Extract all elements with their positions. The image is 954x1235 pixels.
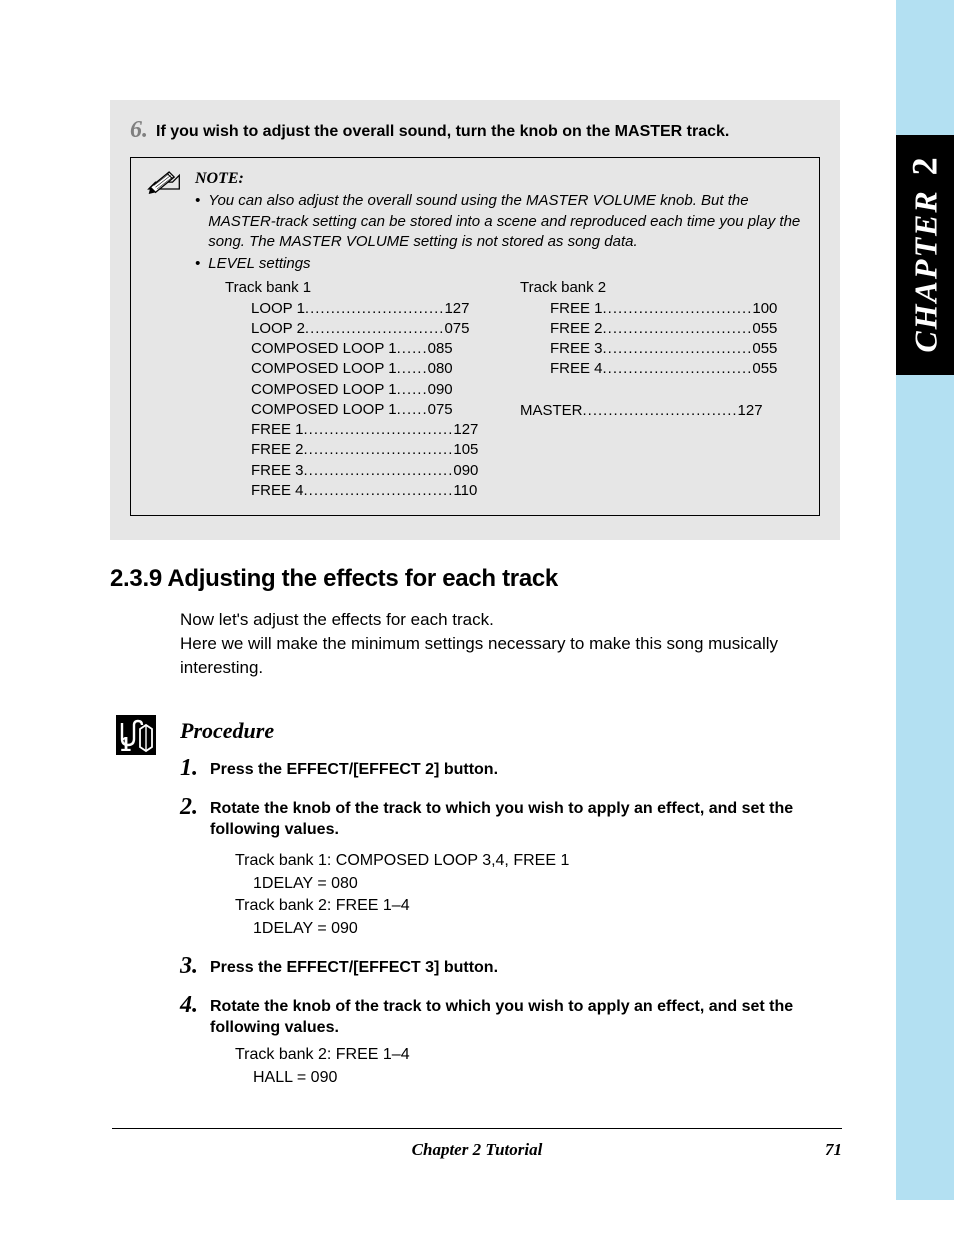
section-p1: Now let's adjust the effects for each tr… xyxy=(180,608,840,632)
step-number-2: 2. xyxy=(180,795,202,841)
step-1-text: Press the EFFECT/[EFFECT 2] button. xyxy=(210,756,840,781)
level-value: 100 xyxy=(752,299,777,319)
level-value: 127 xyxy=(444,299,469,319)
level-label: FREE 4 xyxy=(550,359,603,379)
pencil-icon xyxy=(145,168,183,501)
level-value: 090 xyxy=(453,461,478,481)
level-dots: ............................. xyxy=(603,339,753,359)
level-value: 085 xyxy=(428,339,453,359)
level-dots: ...... xyxy=(397,400,428,420)
section-body: Now let's adjust the effects for each tr… xyxy=(180,608,840,679)
bullet-dot: • xyxy=(195,254,200,274)
level-value: 055 xyxy=(752,359,777,379)
procedure-icon: 1 xyxy=(116,715,156,760)
level-dots: ............................. xyxy=(304,481,454,501)
level-label: FREE 3 xyxy=(550,339,603,359)
step-number-6: 6. xyxy=(130,118,148,142)
level-dots: ...... xyxy=(397,339,428,359)
note-title: NOTE: xyxy=(195,168,805,190)
section-heading: 2.3.9 Adjusting the effects for each tra… xyxy=(110,565,558,593)
level-dots: ............................. xyxy=(304,461,454,481)
note-bullet-2: LEVEL settings xyxy=(208,254,310,274)
note-bullet-1: You can also adjust the overall sound us… xyxy=(208,191,805,252)
bank2-header: Track bank 2 xyxy=(520,278,805,298)
level-dots: ............................. xyxy=(603,359,753,379)
step2-line1: Track bank 1: COMPOSED LOOP 3,4, FREE 1 xyxy=(235,850,840,872)
level-dots: ............................. xyxy=(603,319,753,339)
note-box: NOTE: • You can also adjust the overall … xyxy=(130,157,820,516)
level-dots: ............................. xyxy=(304,440,454,460)
level-dots: ............................. xyxy=(603,299,753,319)
step-4-text: Rotate the knob of the track to which yo… xyxy=(210,993,840,1039)
step-number-3: 3. xyxy=(180,954,202,979)
footer-rule xyxy=(112,1128,842,1129)
chapter-tab: CHAPTER 2 xyxy=(896,135,954,375)
level-settings-list: Track bank 1 LOOP 1 ....................… xyxy=(195,278,805,501)
procedure-steps: 1. Press the EFFECT/[EFFECT 2] button. 2… xyxy=(180,756,840,1103)
level-label: FREE 3 xyxy=(251,461,304,481)
footer-center: Chapter 2 Tutorial xyxy=(112,1140,842,1160)
step2-line4: 1DELAY = 090 xyxy=(253,918,840,940)
step6-gray-panel: 6. If you wish to adjust the overall sou… xyxy=(110,100,840,540)
level-label: LOOP 2 xyxy=(251,319,305,339)
level-value: 127 xyxy=(738,401,763,421)
level-label: COMPOSED LOOP 1 xyxy=(251,339,397,359)
level-value: 105 xyxy=(453,440,478,460)
svg-text:1: 1 xyxy=(120,734,131,755)
chapter-word: CHAPTER xyxy=(908,189,945,352)
step-2-text: Rotate the knob of the track to which yo… xyxy=(210,795,840,841)
level-value: 090 xyxy=(428,380,453,400)
level-label: FREE 2 xyxy=(550,319,603,339)
level-label: FREE 1 xyxy=(550,299,603,319)
level-dots: ...... xyxy=(397,359,428,379)
bank1-header: Track bank 1 xyxy=(225,278,480,298)
level-dots: ........................... xyxy=(305,319,445,339)
level-label: FREE 1 xyxy=(251,420,304,440)
level-value: 110 xyxy=(453,481,477,501)
level-label: MASTER xyxy=(520,401,583,421)
step4-line2: HALL = 090 xyxy=(253,1067,840,1089)
level-dots: ...... xyxy=(397,380,428,400)
page-footer: Chapter 2 Tutorial 71 xyxy=(112,1140,842,1160)
level-dots: ........................... xyxy=(305,299,445,319)
level-value: 127 xyxy=(453,420,478,440)
step-number-4: 4. xyxy=(180,993,202,1039)
level-label: COMPOSED LOOP 1 xyxy=(251,400,397,420)
bullet-dot: • xyxy=(195,191,200,252)
step-number-1: 1. xyxy=(180,756,202,781)
step2-line2: 1DELAY = 080 xyxy=(253,873,840,895)
section-p2: Here we will make the minimum settings n… xyxy=(180,632,840,680)
level-value: 075 xyxy=(444,319,469,339)
level-value: 075 xyxy=(428,400,453,420)
level-label: FREE 4 xyxy=(251,481,304,501)
level-value: 055 xyxy=(752,339,777,359)
level-label: LOOP 1 xyxy=(251,299,305,319)
level-value: 055 xyxy=(752,319,777,339)
level-label: FREE 2 xyxy=(251,440,304,460)
level-dots: ............................. xyxy=(304,420,454,440)
level-label: COMPOSED LOOP 1 xyxy=(251,380,397,400)
step4-line1: Track bank 2: FREE 1–4 xyxy=(235,1044,840,1066)
chapter-number: 2 xyxy=(904,157,946,175)
level-value: 080 xyxy=(428,359,453,379)
step-6-text: If you wish to adjust the overall sound,… xyxy=(156,118,729,143)
step-3-text: Press the EFFECT/[EFFECT 3] button. xyxy=(210,954,840,979)
level-label: COMPOSED LOOP 1 xyxy=(251,359,397,379)
step2-line3: Track bank 2: FREE 1–4 xyxy=(235,895,840,917)
level-dots: .............................. xyxy=(583,401,738,421)
procedure-heading: Procedure xyxy=(180,718,274,744)
